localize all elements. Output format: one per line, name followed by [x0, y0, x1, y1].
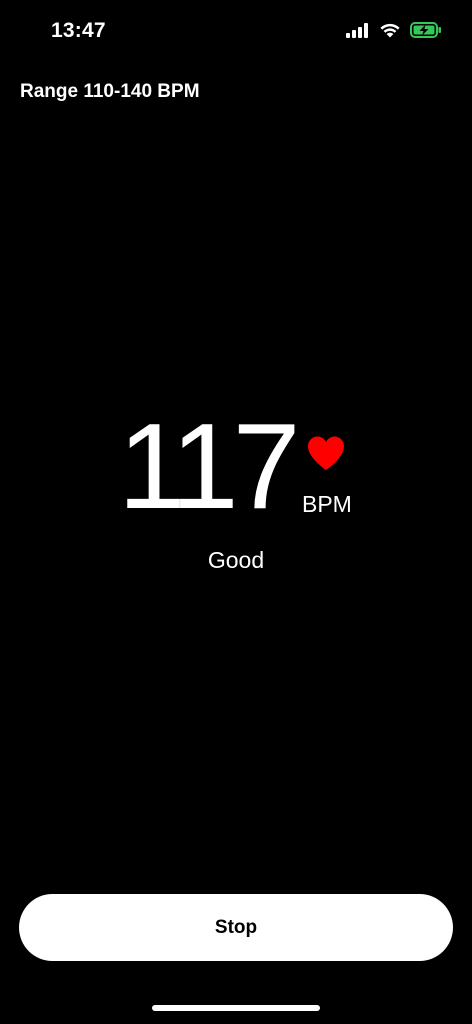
cellular-signal-icon: [346, 22, 368, 38]
status-time: 13:47: [51, 19, 106, 42]
range-label: Range 110-140 BPM: [20, 81, 200, 102]
heart-rate-value: 117: [118, 398, 300, 534]
home-indicator[interactable]: [152, 1005, 320, 1011]
heart-rate-status: Good: [207, 547, 265, 573]
heart-icon: [308, 436, 344, 470]
status-icons: [346, 22, 442, 38]
stop-button[interactable]: Stop: [19, 894, 453, 961]
bpm-unit-label: BPM: [302, 491, 352, 517]
stop-button-label: Stop: [214, 916, 258, 938]
wifi-icon: [380, 23, 400, 38]
battery-charging-icon: [410, 22, 441, 38]
status-bar: 13:47: [0, 0, 472, 64]
